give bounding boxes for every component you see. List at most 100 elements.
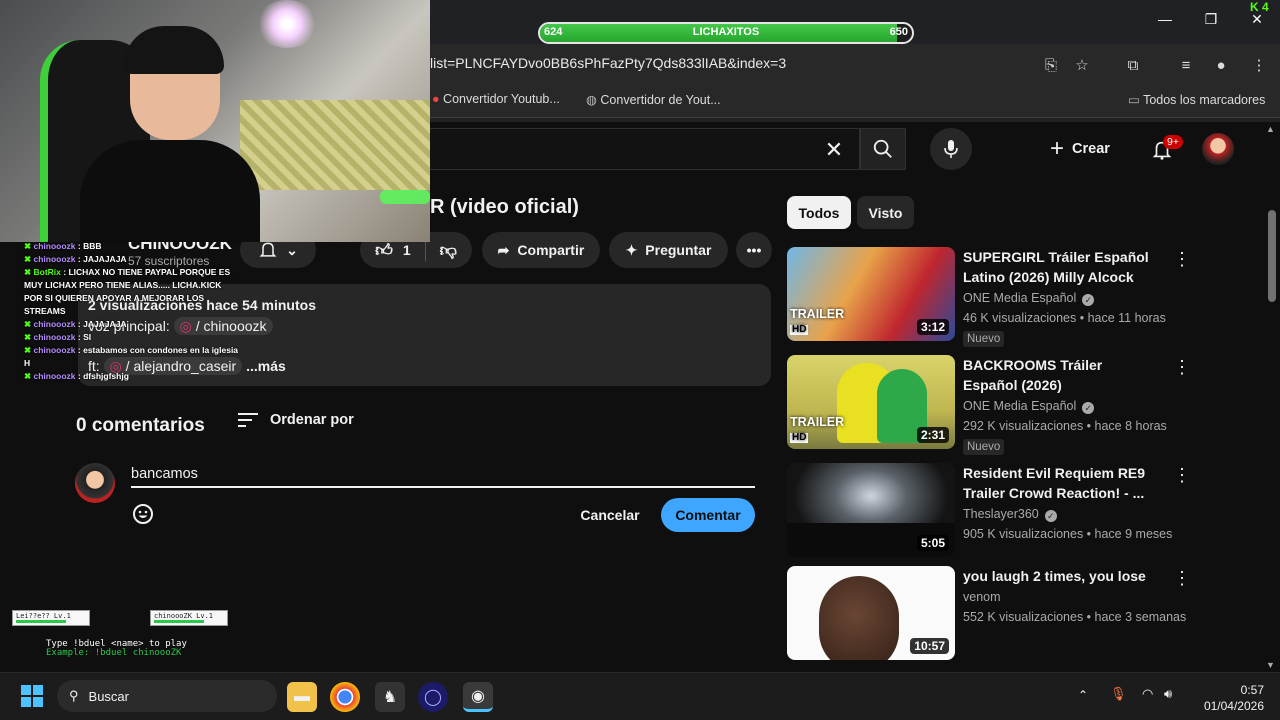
more-actions-button[interactable]: ••• [736, 232, 772, 268]
all-bookmarks-folder[interactable]: ▭ Todos los marcadores [1128, 92, 1265, 107]
thumbnail-face [819, 576, 899, 660]
voice-search-button[interactable] [930, 128, 972, 170]
notifications-badge: 9+ [1163, 135, 1183, 149]
search-input[interactable] [430, 128, 860, 170]
chat-message: ✖ chinooozk : dfshjgfshjg [24, 371, 129, 381]
minimize-button[interactable]: — [1150, 8, 1180, 30]
share-button[interactable]: ➦ Compartir [482, 232, 600, 268]
video-duration: 3:12 [916, 319, 949, 335]
related-video-title[interactable]: you laugh 2 times, you lose [963, 566, 1153, 586]
globe-icon: ◍ [586, 93, 597, 107]
chevron-down-icon: ⌄ [286, 241, 298, 258]
video-options-icon[interactable]: ⋮ [1173, 355, 1191, 379]
new-badge: Nuevo [963, 439, 1005, 455]
related-video-meta: 292 K visualizaciones • hace 8 horas [963, 419, 1167, 433]
new-badge: Nuevo [963, 331, 1005, 347]
menu-kebab-icon[interactable]: ⋮ [1248, 54, 1270, 76]
scroll-up-icon[interactable]: ▲ [1266, 124, 1275, 134]
page-scrollbar[interactable] [1268, 210, 1276, 302]
duel-game-overlay: Lei??e?? Lv.1 chinoooZK Lv.1 Type !bduel… [12, 610, 228, 660]
game-app-icon[interactable]: ♞ [375, 682, 405, 712]
scroll-down-icon[interactable]: ▼ [1266, 660, 1275, 670]
profile-icon[interactable]: ● [1210, 54, 1232, 76]
ask-button[interactable]: ✦ Preguntar [609, 232, 728, 268]
tray-chevron-icon[interactable]: ⌃ [1078, 688, 1088, 702]
volume-icon[interactable]: 🔊︎ [1164, 686, 1172, 702]
more-horizontal-icon: ••• [746, 242, 762, 258]
video-options-icon[interactable]: ⋮ [1173, 247, 1191, 271]
stream-chat-overlay: ✖ chinooozk : BBB ✖ chinooozk : JAJAJAJA… [24, 240, 239, 383]
search-button[interactable] [860, 128, 906, 170]
related-video-card[interactable]: TRAILER HD 3:12 SUPERGIRL Tráiler Español… [787, 247, 1191, 347]
trailer-overlay: TRAILER HD [790, 415, 845, 443]
webcam-person-hair [124, 26, 224, 74]
microphone-icon [944, 140, 958, 158]
chat-message: ✖ chinooozk : JAJAJAJA [24, 254, 127, 264]
chip-watched[interactable]: Visto [857, 196, 914, 229]
show-more-link[interactable]: ...más [246, 358, 286, 374]
like-button[interactable]: 👍︎ 1 [375, 240, 411, 261]
related-video-channel[interactable]: Theslayer360 ✓ [963, 507, 1057, 522]
windows-start-icon[interactable] [20, 684, 44, 713]
folder-icon: ▭ [1128, 93, 1140, 107]
extensions-icon[interactable]: ⧉ [1122, 54, 1144, 76]
search-icon: ⚲ [69, 688, 79, 703]
duel-player-bar: chinoooZK Lv.1 [150, 610, 228, 626]
chip-all[interactable]: Todos [787, 196, 851, 229]
comment-submit-button[interactable]: Comentar [661, 498, 755, 532]
sort-comments-button[interactable]: Ordenar por [238, 412, 354, 428]
related-video-meta: 552 K visualizaciones • hace 3 semanas [963, 610, 1187, 624]
create-button[interactable]: + Crear [1050, 133, 1110, 165]
thumbs-up-icon: 👍︎ [375, 240, 393, 260]
video-options-icon[interactable]: ⋮ [1173, 566, 1191, 590]
video-thumbnail[interactable]: 5:05 [787, 463, 955, 557]
related-video-card[interactable]: 10:57 you laugh 2 times, you lose venom … [787, 566, 1191, 666]
chat-message: ✖ BotRix : LICHAX NO TIENE PAYPAL PORQUE… [24, 267, 231, 316]
stream-goal-bar: 624 LICHAXITOS 650 [538, 22, 914, 44]
account-avatar[interactable] [1202, 133, 1234, 165]
divider [424, 239, 426, 261]
install-app-icon[interactable]: ⎘ [1040, 54, 1062, 76]
commenter-avatar [75, 463, 115, 503]
comment-input[interactable] [131, 462, 755, 488]
video-options-icon[interactable]: ⋮ [1173, 463, 1191, 487]
file-explorer-icon[interactable]: ▬ [287, 682, 317, 712]
microphone-tray-icon[interactable]: 🎙︎ [1110, 686, 1127, 702]
video-duration: 10:57 [910, 638, 949, 654]
address-bar-url[interactable]: list=PLNCFAYDvo0BB6sPhFazPty7Qds833lIAB&… [430, 55, 786, 71]
related-video-title[interactable]: SUPERGIRL Tráiler Español Latino (2026) … [963, 247, 1153, 287]
related-video-channel[interactable]: ONE Media Español ✓ [963, 399, 1095, 414]
emoji-icon[interactable] [132, 503, 154, 525]
restore-button[interactable]: ❐ [1196, 8, 1226, 30]
related-video-card[interactable]: TRAILER HD 2:31 BACKROOMS Tráiler Español… [787, 355, 1191, 455]
clear-search-icon[interactable]: ✕ [820, 136, 848, 164]
chrome-active-icon[interactable]: ◉ [463, 682, 493, 712]
cancel-button[interactable]: Cancelar [569, 498, 651, 532]
goal-target: 650 [889, 26, 908, 38]
related-video-meta: 905 K visualizaciones • hace 9 meses [963, 527, 1173, 541]
chat-message: ✖ chinooozk : estabamos con condones en … [24, 345, 239, 368]
video-thumbnail[interactable]: 10:57 [787, 566, 955, 660]
taskbar-clock[interactable]: 0:57 01/04/2026 [1194, 682, 1264, 714]
verified-icon: ✓ [1082, 294, 1095, 306]
verified-icon: ✓ [1044, 510, 1057, 522]
verified-icon: ✓ [1082, 402, 1095, 414]
video-thumbnail[interactable]: TRAILER HD 2:31 [787, 355, 955, 449]
wifi-icon[interactable]: ◠ [1142, 686, 1153, 702]
video-thumbnail[interactable]: TRAILER HD 3:12 [787, 247, 955, 341]
chrome-icon[interactable] [330, 682, 360, 712]
taskbar-search[interactable]: ⚲ Buscar [57, 680, 277, 712]
chat-message: ✖ chinooozk : BBB [24, 241, 102, 251]
related-video-title[interactable]: BACKROOMS Tráiler Español (2026) [963, 355, 1153, 395]
bookmark-item[interactable]: ● Convertidor Youtub... [432, 92, 560, 106]
media-control-icon[interactable]: ≡ [1175, 54, 1197, 76]
related-video-channel[interactable]: ONE Media Español ✓ [963, 291, 1095, 306]
related-video-channel[interactable]: venom [963, 590, 1001, 604]
webcam-light [255, 0, 319, 48]
related-video-card[interactable]: 5:05 Resident Evil Requiem RE9 Trailer C… [787, 463, 1191, 563]
thumbs-down-icon[interactable]: 👎︎ [440, 240, 457, 261]
bookmark-star-icon[interactable]: ☆ [1071, 54, 1093, 76]
bookmark-item[interactable]: ◍ Convertidor de Yout... [586, 92, 721, 107]
app-circle-icon[interactable]: ◯ [418, 682, 448, 712]
related-video-title[interactable]: Resident Evil Requiem RE9 Trailer Crowd … [963, 463, 1153, 503]
